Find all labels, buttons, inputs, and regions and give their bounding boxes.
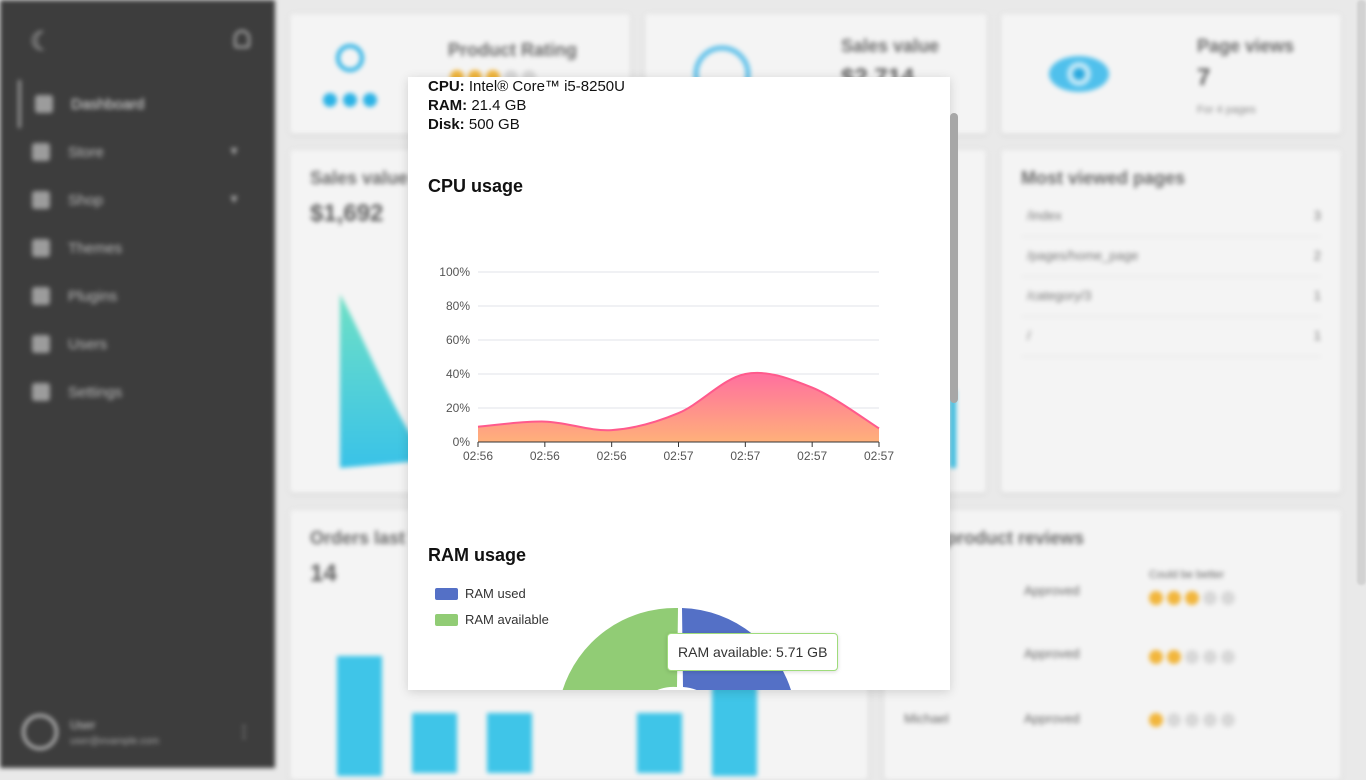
x-tick-label: 02:57	[663, 449, 693, 463]
y-tick-label: 40%	[446, 367, 470, 381]
users-icon	[32, 335, 50, 353]
card-title: Product Rating	[448, 40, 577, 60]
sidebar-item-label: Shop	[68, 191, 104, 209]
brush-icon	[32, 239, 50, 257]
list-item[interactable]: /pages/home_page 2	[1021, 238, 1321, 277]
table-row[interactable]: Approved	[904, 628, 1324, 688]
x-tick-label: 02:56	[530, 449, 560, 463]
sidebar-item-label: Plugins	[68, 287, 118, 305]
order-bar	[412, 713, 457, 773]
y-tick-label: 0%	[453, 435, 471, 449]
x-tick-label: 02:56	[463, 449, 493, 463]
sidebar-item-dashboard[interactable]: Dashboard	[18, 80, 258, 128]
x-tick-label: 02:57	[864, 449, 894, 463]
sidebar-item-store[interactable]: Store ▼	[18, 128, 258, 176]
order-bar	[637, 713, 682, 773]
y-tick-label: 20%	[446, 401, 470, 415]
cpu-usage-chart[interactable]: 0% 20% 40% 60% 80% 100% 02:56 02:56 02:56 02:57 0…	[408, 257, 950, 467]
y-tick-label: 80%	[446, 299, 470, 313]
more-icon[interactable]: ⋮	[236, 722, 252, 742]
page-scrollbar[interactable]	[1357, 0, 1366, 585]
user-profile[interactable]: User user@example.com ⋮	[22, 712, 252, 756]
sidebar-nav: Dashboard Store ▼ Shop ▼ Themes Plugins Us…	[18, 80, 258, 416]
ram-usage-title: RAM usage	[428, 545, 527, 565]
sidebar-item-label: Themes	[68, 239, 123, 257]
sidebar-item-users[interactable]: Users	[18, 320, 258, 368]
eye-icon	[1049, 56, 1109, 92]
sidebar-item-settings[interactable]: Settings	[18, 368, 258, 416]
sidebar-item-plugins[interactable]: Plugins	[18, 272, 258, 320]
cpu-area	[478, 372, 879, 442]
table-row[interactable]: Approved Could be better	[904, 565, 1324, 625]
list-item[interactable]: /index 3	[1021, 198, 1321, 237]
moon-icon[interactable]: ☾	[30, 26, 53, 57]
card-title: Sales value	[841, 36, 940, 56]
shop-icon	[32, 191, 50, 209]
y-tick-label: 100%	[439, 265, 470, 279]
sidebar-item-label: Dashboard	[71, 95, 145, 113]
card-value: 7	[1197, 64, 1211, 91]
card-title: Page views	[1197, 36, 1295, 56]
y-tick-label: 60%	[446, 333, 470, 347]
user-name: User	[70, 718, 96, 732]
card-value: 14	[310, 560, 337, 587]
list-item[interactable]: /category/3 1	[1021, 278, 1321, 317]
ram-tooltip: RAM available: 5.71 GB	[667, 633, 839, 671]
order-bar	[337, 656, 382, 776]
card-title: Sales value	[310, 168, 409, 188]
x-tick-label: 02:56	[597, 449, 627, 463]
ram-available-slice[interactable]	[562, 607, 678, 690]
cpu-usage-title: CPU usage	[428, 176, 524, 196]
puzzle-icon	[32, 287, 50, 305]
reviews-card: Last product reviews Approved Could be b…	[884, 510, 1341, 780]
x-tick-label: 02:57	[797, 449, 827, 463]
network-icon	[323, 44, 377, 107]
chevron-down-icon: ▼	[228, 144, 240, 158]
spec-cpu: CPU: Intel® Core™ i5-8250U	[428, 78, 625, 95]
order-bar	[487, 713, 532, 773]
sidebar-item-label: Store	[68, 143, 104, 161]
card-subtitle: For 4 pages	[1197, 104, 1256, 116]
store-icon	[32, 143, 50, 161]
gear-icon	[32, 383, 50, 401]
x-tick-label: 02:57	[730, 449, 760, 463]
table-row[interactable]: Michael Approved	[904, 691, 1324, 751]
sidebar-item-label: Settings	[68, 383, 123, 401]
list-item[interactable]: /1	[1021, 318, 1321, 357]
card-value: $1,692	[310, 200, 384, 227]
most-viewed-card: Most viewed pages /index 3 /pages/home_pa…	[1001, 150, 1341, 493]
avatar	[22, 714, 58, 750]
dashboard-icon	[35, 95, 53, 113]
sidebar-item-label: Users	[68, 335, 108, 353]
sidebar-item-themes[interactable]: Themes	[18, 224, 258, 272]
user-email: user@example.com	[70, 736, 160, 747]
spec-ram: RAM: 21.4 GB	[428, 97, 527, 114]
page-views-card: Page views 7 For 4 pages	[1001, 14, 1341, 134]
chevron-down-icon: ▼	[228, 192, 240, 206]
modal-scrollbar[interactable]	[950, 113, 958, 403]
system-info-modal: CPU: Intel® Core™ i5-8250U RAM: 21.4 GB …	[408, 77, 950, 690]
bell-icon[interactable]	[234, 30, 250, 48]
sidebar-item-shop[interactable]: Shop ▼	[18, 176, 258, 224]
sidebar: ☾ Dashboard Store ▼ Shop ▼ Themes Plugins …	[0, 0, 275, 768]
card-title: Most viewed pages	[1021, 168, 1186, 188]
spec-disk: Disk: 500 GB	[428, 116, 520, 133]
